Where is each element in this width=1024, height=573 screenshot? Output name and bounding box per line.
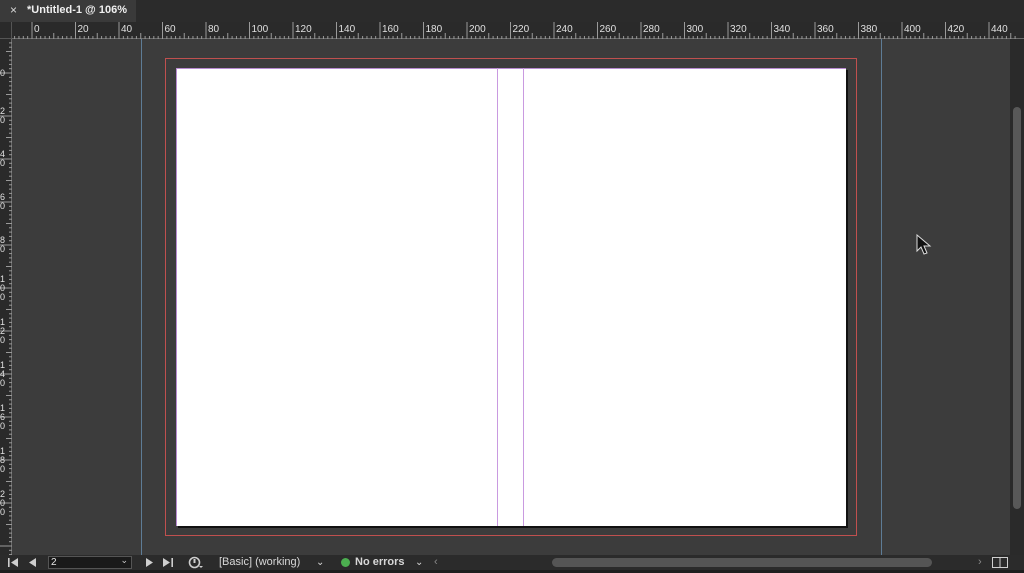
horizontal-ruler-label: 280	[643, 24, 660, 35]
pasteboard[interactable]	[12, 39, 1010, 555]
close-tab-icon[interactable]: ×	[10, 3, 17, 17]
page-number-input[interactable]	[51, 556, 111, 569]
horizontal-ruler-label: 380	[860, 24, 878, 35]
horizontal-ruler-label: 440	[991, 24, 1008, 35]
horizontal-ruler-label: 400	[904, 24, 921, 35]
horizontal-ruler-label: 140	[338, 24, 356, 35]
mouse-pointer-icon	[916, 234, 932, 255]
left-margin-guide	[176, 68, 177, 526]
document-tab[interactable]: × *Untitled-1 @ 106%	[0, 0, 136, 22]
vertical-ruler-label: 1 2 0	[0, 316, 6, 345]
left-guide[interactable]	[141, 39, 142, 555]
errors-label[interactable]: No errors	[355, 555, 405, 570]
horizontal-ruler-label: 340	[773, 24, 791, 35]
vertical-ruler-label: 0	[0, 67, 6, 78]
vertical-ruler-label: 6 0	[0, 192, 6, 211]
vertical-ruler[interactable]: 0 2 0 4 0 6 0 8 0 1 0 0 1 2 0 1 4 0 1 6 0 1 8 0 2 …	[0, 39, 12, 555]
horizontal-scrollbar[interactable]	[444, 557, 974, 568]
vertical-scrollbar-thumb[interactable]	[1013, 107, 1021, 509]
last-page-icon[interactable]	[163, 558, 174, 573]
ruler-origin-corner[interactable]	[0, 22, 12, 39]
page-number-field[interactable]: ⌄	[48, 555, 132, 569]
vertical-ruler-label: 4 0	[0, 149, 6, 168]
horizontal-ruler-label: 100	[251, 24, 269, 35]
vertical-ruler-label: 2 0 0	[0, 488, 6, 517]
column-guide-left	[497, 68, 498, 526]
vertical-ruler-label: 1 0 0	[0, 273, 6, 302]
horizontal-ruler-label: 40	[121, 24, 133, 35]
scroll-left-icon[interactable]: ‹	[434, 555, 438, 570]
horizontal-ruler-label: 220	[512, 24, 530, 35]
scroll-right-icon[interactable]: ›	[978, 555, 982, 570]
horizontal-ruler-label: 120	[295, 24, 312, 35]
page-spread[interactable]	[176, 68, 846, 526]
horizontal-ruler-label: 240	[556, 24, 573, 35]
horizontal-ruler-label: 200	[469, 24, 486, 35]
no-errors-status-icon	[341, 558, 350, 567]
horizontal-ruler-label: 20	[77, 24, 89, 35]
vertical-ruler-label: 8 0	[0, 235, 6, 254]
vertical-ruler-label: 2 0	[0, 106, 6, 125]
horizontal-ruler-label: 0	[34, 24, 40, 35]
preflight-icon[interactable]	[188, 556, 204, 571]
preflight-profile[interactable]: [Basic] (working)	[219, 555, 300, 570]
horizontal-ruler-label: 420	[947, 24, 965, 35]
preflight-profile-chevron-icon[interactable]: ⌄	[316, 555, 324, 570]
horizontal-ruler-label: 180	[425, 24, 443, 35]
vertical-ruler-label: 1 6 0	[0, 402, 6, 431]
next-page-icon[interactable]	[145, 558, 153, 573]
status-bar: ⌄ [Basic] (working) ⌄ No errors ⌄ ‹ ›	[0, 555, 1024, 570]
prev-page-icon[interactable]	[29, 558, 37, 573]
horizontal-ruler-label: 80	[208, 24, 220, 35]
horizontal-ruler-label: 360	[817, 24, 834, 35]
vertical-ruler-label: 1 8 0	[0, 445, 6, 474]
column-guide-right	[523, 68, 524, 526]
top-margin-guide	[176, 68, 846, 69]
horizontal-ruler-label: 60	[164, 24, 176, 35]
first-page-icon[interactable]	[8, 558, 19, 573]
horizontal-ruler-label: 260	[599, 24, 617, 35]
horizontal-scrollbar-thumb[interactable]	[552, 558, 932, 567]
vertical-ruler-label: 1 4 0	[0, 359, 6, 388]
horizontal-ruler[interactable]: 0 20 40 60 80 100 120 140 160 180 200 220 240 260 280 3…	[12, 22, 1024, 39]
horizontal-ruler-label: 320	[730, 24, 747, 35]
horizontal-ruler-label: 160	[382, 24, 399, 35]
chevron-down-icon[interactable]: ⌄	[120, 555, 128, 566]
vertical-scrollbar[interactable]	[1010, 39, 1024, 555]
document-tab-title[interactable]: *Untitled-1 @ 106%	[27, 4, 127, 16]
right-guide[interactable]	[881, 39, 882, 555]
errors-menu-chevron-icon[interactable]: ⌄	[415, 555, 423, 570]
horizontal-ruler-label: 300	[686, 24, 704, 35]
document-tab-bar: × *Untitled-1 @ 106%	[0, 0, 1024, 22]
